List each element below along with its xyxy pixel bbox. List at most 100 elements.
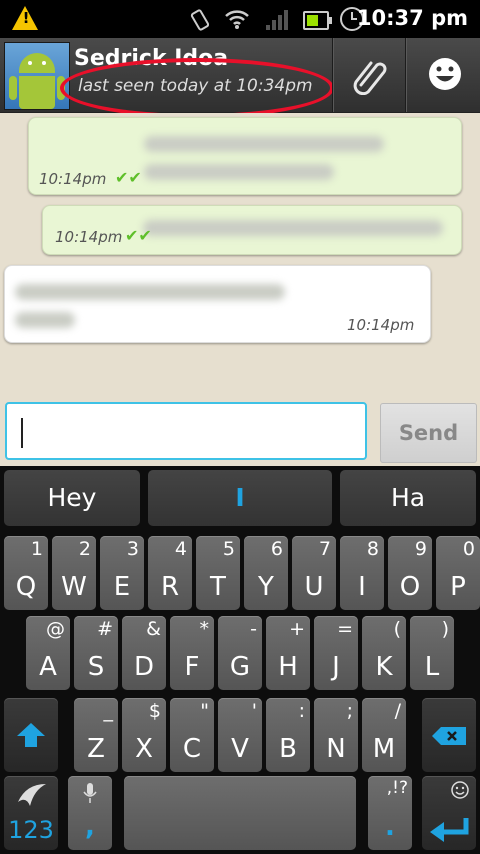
key-label: K [375, 652, 393, 682]
key-a[interactable]: @ A [26, 616, 70, 690]
key-label: W [61, 572, 87, 602]
key-n[interactable]: ; N [314, 698, 358, 772]
key-label: E [113, 572, 131, 602]
composer-row: Send [0, 400, 480, 466]
message-time: 10:14pm [347, 316, 415, 334]
keyboard: Hey I Ha 1Q2W3E4R5T6Y7U8I9O0P @ A # S & D * F - G… [0, 466, 480, 854]
key-d[interactable]: & D [122, 616, 166, 690]
message-bubble-incoming[interactable]: 10:14pm [4, 265, 431, 343]
key-alt-label: # [97, 618, 113, 640]
key-label: C [182, 734, 202, 764]
key-alt-label: ) [441, 618, 449, 640]
punctuation-alt: ,!? [386, 778, 408, 798]
key-alt-label: 1 [30, 538, 43, 560]
key-alt-label: 4 [174, 538, 187, 560]
key-label: N [326, 734, 346, 764]
send-button[interactable]: Send [380, 403, 477, 463]
key-e[interactable]: 3E [100, 536, 144, 610]
warning-mark: ! [22, 9, 30, 27]
key-label: J [332, 652, 340, 682]
attach-button[interactable] [334, 38, 404, 112]
key-c[interactable]: " C [170, 698, 214, 772]
key-alt-label: 6 [270, 538, 283, 560]
key-label: L [424, 652, 440, 682]
key-u[interactable]: 7U [292, 536, 336, 610]
blurred-text [144, 136, 384, 152]
key-label: H [278, 652, 298, 682]
key-v[interactable]: ' V [218, 698, 262, 772]
period-key[interactable]: ,!? . [368, 776, 412, 850]
enter-key[interactable] [422, 776, 476, 850]
key-h[interactable]: + H [266, 616, 310, 690]
key-alt-label: $ [148, 700, 161, 722]
key-alt-label: 9 [414, 538, 427, 560]
blurred-text [143, 220, 443, 236]
contact-avatar[interactable] [4, 42, 70, 110]
key-s[interactable]: # S [74, 616, 118, 690]
key-alt-label: ' [251, 700, 257, 722]
key-label: P [450, 572, 466, 602]
key-t[interactable]: 5T [196, 536, 240, 610]
message-bubble-outgoing[interactable]: 10:14pm ✔✔ [42, 205, 462, 255]
key-k[interactable]: (K [362, 616, 406, 690]
key-g[interactable]: -G [218, 616, 262, 690]
key-x[interactable]: $ X [122, 698, 166, 772]
key-label: S [87, 652, 105, 682]
key-alt-label: / [394, 700, 401, 722]
key-w[interactable]: 2W [52, 536, 96, 610]
emoji-button[interactable] [407, 38, 480, 112]
key-label: I [358, 572, 366, 602]
message-input[interactable] [5, 402, 367, 460]
key-z[interactable]: _ Z [74, 698, 118, 772]
blurred-text [15, 312, 75, 328]
key-alt-label: - [250, 618, 257, 640]
swiftkey-numbers-key[interactable]: 123 [4, 776, 58, 850]
key-alt-label: _ [103, 700, 114, 722]
key-label: X [135, 734, 153, 764]
smiley-icon [429, 58, 461, 90]
suggestion-center[interactable]: I [148, 470, 332, 526]
suggestion-right[interactable]: Ha [340, 470, 476, 526]
text-cursor [21, 418, 23, 448]
shift-key[interactable] [4, 698, 58, 772]
blurred-text [144, 164, 334, 180]
key-alt-label: " [200, 700, 209, 722]
key-alt-label: = [337, 618, 353, 640]
chat-area[interactable]: 10:14pm ✔✔ 10:14pm ✔✔ 10:14pm [0, 113, 480, 400]
smiley-small-icon [451, 781, 469, 799]
key-m[interactable]: / M [362, 698, 406, 772]
key-j[interactable]: = J [314, 616, 358, 690]
key-r[interactable]: 4R [148, 536, 192, 610]
suggestion-left[interactable]: Hey [4, 470, 140, 526]
comma-label: , [85, 812, 95, 842]
key-alt-label: 8 [366, 538, 379, 560]
message-time: 10:14pm [55, 228, 123, 246]
key-f[interactable]: * F [170, 616, 214, 690]
shift-arrow-icon [17, 723, 45, 747]
comma-voice-key[interactable]: , [68, 776, 112, 850]
key-label: G [229, 652, 251, 682]
key-label: V [231, 734, 249, 764]
key-o[interactable]: 9O [388, 536, 432, 610]
key-alt-label: * [199, 618, 210, 640]
key-q[interactable]: 1Q [4, 536, 48, 610]
key-label: R [160, 572, 180, 602]
key-label: Y [258, 572, 274, 602]
key-y[interactable]: 6Y [244, 536, 288, 610]
message-time: 10:14pm [39, 170, 107, 188]
backspace-key[interactable] [422, 698, 476, 772]
key-alt-label: @ [46, 618, 65, 640]
key-label: M [372, 734, 396, 764]
key-i[interactable]: 8I [340, 536, 384, 610]
key-alt-label: : [298, 700, 305, 722]
battery-icon [303, 11, 332, 30]
space-key[interactable] [124, 776, 356, 850]
key-p[interactable]: 0P [436, 536, 480, 610]
key-b[interactable]: :B [266, 698, 310, 772]
message-bubble-outgoing[interactable]: 10:14pm ✔✔ [28, 117, 462, 195]
key-label: T [210, 572, 226, 602]
key-label: A [39, 652, 57, 682]
key-l[interactable]: ) L [410, 616, 454, 690]
numbers-label: 123 [8, 816, 54, 844]
key-label: B [279, 734, 297, 764]
